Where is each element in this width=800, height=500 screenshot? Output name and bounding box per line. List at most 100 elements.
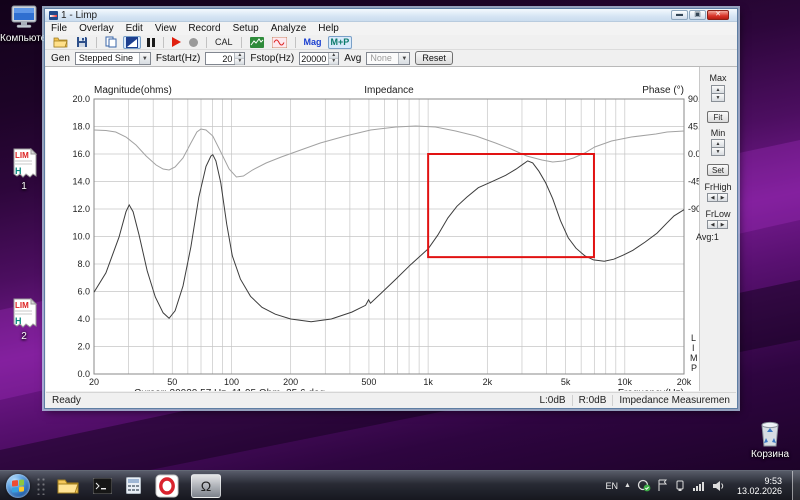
- toolbar-separator: [206, 36, 207, 48]
- toolbar: CAL Mag M+P: [45, 35, 737, 50]
- pause-button[interactable]: [145, 36, 157, 49]
- menu-analyze[interactable]: Analyze: [265, 23, 313, 34]
- x-axis-title: Frequency(Hz): [618, 388, 684, 391]
- min-spinner[interactable]: ▲ ▼: [711, 139, 725, 156]
- reset-button[interactable]: Reset: [415, 51, 453, 65]
- menu-view[interactable]: View: [149, 23, 183, 34]
- taskbar-explorer-button[interactable]: [57, 477, 79, 494]
- system-tray: EN ▲ 9:53 13.02.2026: [606, 476, 793, 496]
- magnitude-phase-view-button[interactable]: M+P: [327, 35, 353, 49]
- record-button[interactable]: [187, 36, 200, 49]
- magnitude-ohm-curve: [93, 153, 685, 323]
- status-right-level: R:0dB: [573, 394, 614, 406]
- fstart-input[interactable]: 20 ▲ ▼: [205, 51, 246, 65]
- x-tick-label: 5k: [561, 377, 571, 387]
- network-icon[interactable]: [692, 480, 706, 492]
- desktop-icon-limp-doc-1[interactable]: LIM H 1: [0, 148, 48, 192]
- max-label: Max: [709, 73, 727, 83]
- avg-select[interactable]: None ▼: [366, 51, 411, 65]
- tick-labels: 20.018.016.014.012.010.08.06.04.02.00.09…: [72, 94, 702, 387]
- gridlines: [93, 98, 685, 375]
- taskbar-calculator-button[interactable]: [126, 477, 141, 494]
- chevron-down-icon: ▼: [398, 52, 410, 64]
- omega-icon: Ω: [200, 477, 212, 494]
- toolbar-separator: [240, 36, 242, 48]
- chart-title: Impedance: [364, 85, 414, 96]
- generator-settings-bar: Gen Stepped Sine ▼ Fstart(Hz) 20 ▲ ▼ Fsto…: [45, 50, 737, 67]
- toolbar-separator: [96, 36, 97, 48]
- spinner-buttons[interactable]: ▲ ▼: [234, 52, 245, 65]
- close-button[interactable]: ✕: [707, 10, 729, 20]
- y-right-axis-title: Phase (°): [642, 85, 684, 96]
- graph-setup-button[interactable]: [123, 35, 141, 49]
- menu-edit[interactable]: Edit: [120, 23, 149, 34]
- desktop-icon-computer[interactable]: Компьютер: [0, 4, 52, 44]
- minimize-button[interactable]: ▬: [671, 10, 688, 20]
- desktop: { "desktop": { "icons": { "computer": { …: [0, 0, 800, 500]
- desktop-icon-recycle-bin[interactable]: Корзина: [746, 418, 794, 460]
- desktop-icon-limp-doc-2[interactable]: LIM H 2: [0, 298, 48, 342]
- y-left-axis-title: Magnitude(ohms): [94, 85, 172, 96]
- show-desktop-button[interactable]: [792, 470, 800, 500]
- taskbar-terminal-button[interactable]: [93, 477, 112, 494]
- x-tick-label: 2k: [483, 377, 493, 387]
- x-tick-label: 200: [283, 377, 298, 387]
- y-left-tick-label: 8.0: [77, 259, 90, 269]
- menu-overlay[interactable]: Overlay: [73, 23, 119, 34]
- window-title: 1 - Limp: [61, 9, 98, 21]
- fstop-input[interactable]: 20000 ▲ ▼: [299, 51, 340, 65]
- limp-vertical-label: L: [691, 333, 696, 343]
- spectrum-button[interactable]: [248, 36, 266, 49]
- device-icon[interactable]: [674, 479, 686, 492]
- folder-icon: [57, 479, 79, 494]
- sine-icon: [271, 36, 287, 48]
- gen-label: Gen: [51, 52, 70, 64]
- y-left-tick-label: 2.0: [77, 342, 90, 352]
- x-tick-label: 100: [224, 377, 239, 387]
- status-bar: Ready L:0dB R:0dB Impedance Measuremen: [46, 392, 736, 407]
- y-left-tick-label: 4.0: [77, 314, 90, 324]
- generator-button[interactable]: [270, 36, 289, 49]
- speaker-icon[interactable]: [712, 480, 725, 492]
- menu-file[interactable]: File: [45, 23, 73, 34]
- y-left-tick-label: 6.0: [77, 287, 90, 297]
- status-left-level: L:0dB: [533, 394, 573, 406]
- window-titlebar[interactable]: 1 - Limp ▬ ▣ ✕: [45, 9, 737, 22]
- menu-help[interactable]: Help: [312, 23, 345, 34]
- maximize-button[interactable]: ▣: [689, 10, 706, 20]
- save-button[interactable]: [74, 36, 90, 49]
- y-left-tick-label: 16.0: [72, 149, 90, 159]
- min-label: Min: [710, 128, 726, 138]
- taskbar-clock[interactable]: 9:53 13.02.2026: [731, 476, 788, 496]
- x-tick-label: 500: [361, 377, 376, 387]
- open-file-button[interactable]: [51, 36, 70, 49]
- show-hidden-icons-button[interactable]: ▲: [624, 482, 631, 489]
- taskbar-opera-button[interactable]: [155, 474, 179, 498]
- calibrate-button[interactable]: CAL: [213, 36, 235, 49]
- start-button[interactable]: [6, 473, 30, 498]
- fit-button[interactable]: Fit: [707, 111, 729, 123]
- impedance-chart[interactable]: Magnitude(ohms) Impedance Phase (°) 20.0…: [46, 67, 702, 391]
- phase-deg-curve: [93, 125, 685, 178]
- limp-vertical-label: M: [690, 353, 698, 363]
- flag-icon[interactable]: [657, 479, 668, 492]
- set-button[interactable]: Set: [707, 164, 729, 176]
- language-indicator[interactable]: EN: [606, 481, 619, 491]
- magnitude-view-button[interactable]: Mag: [302, 36, 324, 49]
- menu-record[interactable]: Record: [182, 23, 226, 34]
- spinner-buttons[interactable]: ▲ ▼: [328, 52, 339, 65]
- taskbar-limp-app-button[interactable]: Ω: [191, 473, 221, 498]
- taskbar-grip[interactable]: [36, 476, 46, 495]
- action-center-icon[interactable]: [637, 479, 651, 492]
- desktop-icon-label: Корзина: [750, 449, 790, 460]
- avg-label: Avg: [344, 52, 362, 64]
- menu-setup[interactable]: Setup: [227, 23, 265, 34]
- frlow-arrows[interactable]: ◀ ▶: [707, 220, 728, 229]
- frhigh-arrows[interactable]: ◀ ▶: [707, 193, 728, 202]
- start-button[interactable]: [170, 36, 183, 49]
- y-left-tick-label: 18.0: [72, 122, 90, 132]
- fstart-label: Fstart(Hz): [155, 52, 201, 64]
- max-spinner[interactable]: ▲ ▼: [711, 85, 725, 102]
- copy-button[interactable]: [103, 36, 119, 49]
- generator-type-select[interactable]: Stepped Sine ▼: [74, 51, 151, 65]
